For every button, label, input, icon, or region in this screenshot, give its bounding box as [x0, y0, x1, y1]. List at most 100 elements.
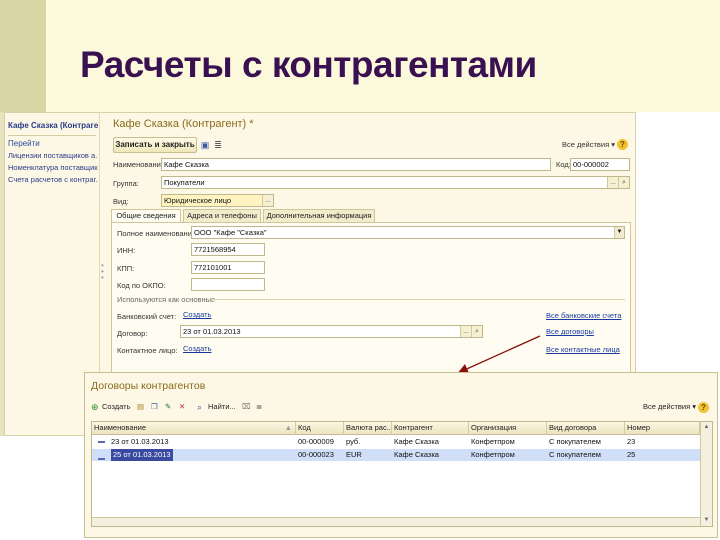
cell-number: 25: [627, 450, 636, 459]
inn-label: ИНН:: [117, 246, 136, 255]
sort-icon: ▲: [284, 423, 292, 432]
cell-currency: EUR: [346, 450, 362, 459]
column-header-contract-kind[interactable]: Вид договора: [547, 422, 625, 435]
kind-input[interactable]: Юридическое лицо ...: [161, 194, 274, 207]
full-name-label: Полное наименование:: [117, 229, 199, 238]
contract-label: Договор:: [117, 329, 148, 338]
row-marker-icon: [98, 458, 105, 461]
kpp-label: КПП:: [117, 264, 135, 273]
splitter-handle[interactable]: • • •: [101, 262, 104, 282]
slide-title: Расчеты с контрагентами: [80, 44, 537, 85]
group-label: Группа:: [113, 179, 139, 188]
okpo-input[interactable]: [191, 278, 265, 291]
column-header-code[interactable]: Код: [296, 422, 344, 435]
cell-counterparty: Кафе Сказка: [394, 437, 439, 446]
search-icon[interactable]: ⌕: [197, 402, 202, 413]
okpo-label: Код по ОКПО:: [117, 281, 166, 290]
cell-name: 23 от 01.03.2013: [111, 437, 169, 446]
column-header-organization[interactable]: Организация: [469, 422, 547, 435]
row-marker-icon: [98, 441, 105, 444]
contracts-window: Договоры контрагентов ⊕ Создать ▤ ❐ ✎ ✕ …: [84, 372, 718, 538]
scroll-up-icon[interactable]: ▲: [701, 422, 712, 433]
cell-organization: Конфетпром: [471, 450, 515, 459]
all-actions-menu[interactable]: Все действия ▾: [562, 140, 615, 149]
folder-icon[interactable]: ▤: [137, 402, 144, 411]
all-contracts-link[interactable]: Все договоры: [546, 327, 594, 336]
scroll-down-icon[interactable]: ▼: [701, 515, 712, 526]
table-row[interactable]: 23 от 01.03.2013 00-000009 руб. Кафе Ска…: [92, 436, 700, 448]
nav-link-licenses[interactable]: Лицензии поставщиков а...: [8, 151, 98, 160]
name-label: Наименование:: [113, 160, 168, 169]
add-icon[interactable]: ⊕: [91, 402, 99, 413]
help-icon[interactable]: ?: [617, 139, 628, 150]
save-and-close-button[interactable]: Записать и закрыть: [113, 137, 197, 153]
column-header-counterparty[interactable]: Контрагент: [392, 422, 469, 435]
cancel-search-icon[interactable]: ⌧: [242, 402, 251, 411]
create-bank-account-link[interactable]: Создать: [183, 310, 212, 319]
select-button[interactable]: ...: [607, 177, 618, 188]
create-button[interactable]: Создать: [102, 402, 131, 411]
horizontal-scrollbar[interactable]: [92, 517, 700, 526]
nav-title: Кафе Сказка (Контрагент): [8, 121, 98, 130]
contact-person-label: Контактное лицо:: [117, 346, 178, 355]
full-name-value: ООО "Кафе "Сказка": [194, 228, 267, 237]
code-label: Код:: [556, 160, 571, 169]
group-value: Покупатели: [164, 178, 205, 187]
select-button[interactable]: ...: [460, 326, 471, 337]
inn-input[interactable]: 7721568954: [191, 243, 265, 256]
help-icon[interactable]: ?: [698, 402, 709, 413]
column-header-currency[interactable]: Валюта рас...: [344, 422, 392, 435]
save-icon[interactable]: ▣: [200, 140, 210, 150]
cell-number: 23: [627, 437, 636, 446]
tab-additional-info[interactable]: Дополнительная информация: [263, 209, 375, 222]
table-row-selected[interactable]: 25 от 01.03.2013 00-000023 EUR Кафе Сказ…: [92, 449, 700, 461]
list-icon[interactable]: ≣: [256, 402, 262, 411]
column-header-number[interactable]: Номер: [625, 422, 700, 435]
cell-counterparty: Кафе Сказка: [394, 450, 439, 459]
code-input[interactable]: 00-000002: [570, 158, 630, 171]
select-button[interactable]: ...: [262, 195, 273, 206]
contracts-window-title: Договоры контрагентов: [91, 380, 206, 392]
kind-value: Юридическое лицо: [164, 196, 232, 205]
cell-code: 00-000023: [298, 450, 334, 459]
list-icon[interactable]: ≣: [213, 140, 223, 150]
group-input[interactable]: Покупатели ... ⌕: [161, 176, 630, 189]
cell-contract-kind: С покупателем: [549, 450, 601, 459]
section-divider: [211, 299, 625, 300]
cell-organization: Конфетпром: [471, 437, 515, 446]
copy-icon[interactable]: ❐: [151, 402, 158, 411]
all-actions-menu[interactable]: Все действия ▾: [643, 402, 696, 411]
all-bank-accounts-link[interactable]: Все банковские счета: [546, 311, 621, 320]
contract-input[interactable]: 23 от 01.03.2013 ... ⌕: [180, 325, 483, 338]
contract-value: 23 от 01.03.2013: [183, 327, 241, 336]
find-button[interactable]: Найти...: [208, 402, 236, 411]
cell-name: 25 от 01.03.2013: [111, 449, 173, 461]
form-title: Кафе Сказка (Контрагент) *: [113, 118, 254, 130]
slide-accent-strip: [0, 0, 46, 112]
section-main-label: Используются как основные: [117, 295, 216, 304]
nav-link-nomenclature[interactable]: Номенклатура поставщика: [8, 163, 98, 172]
delete-icon[interactable]: ✕: [179, 402, 185, 411]
full-name-input[interactable]: ООО "Кафе "Сказка" ▼: [191, 226, 625, 239]
bank-account-label: Банковский счет:: [117, 312, 177, 321]
tab-addresses[interactable]: Адреса и телефоны: [183, 209, 261, 222]
table-header: Наименование ▲ Код Валюта рас... Контраге…: [92, 422, 700, 435]
search-icon[interactable]: ⌕: [618, 177, 629, 188]
kind-label: Вид:: [113, 197, 129, 206]
cell-currency: руб.: [346, 437, 361, 446]
tab-general[interactable]: Общие сведения: [111, 209, 181, 223]
vertical-scrollbar[interactable]: ▲ ▼: [700, 422, 712, 526]
cell-code: 00-000009: [298, 437, 334, 446]
name-input[interactable]: Кафе Сказка: [161, 158, 551, 171]
nav-go-label: Перейти: [8, 139, 40, 148]
create-contact-link[interactable]: Создать: [183, 344, 212, 353]
nav-link-accounts[interactable]: Счета расчетов с контраг...: [8, 175, 98, 184]
chevron-down-icon[interactable]: ▼: [614, 227, 624, 238]
cell-contract-kind: С покупателем: [549, 437, 601, 446]
edit-icon[interactable]: ✎: [165, 402, 171, 411]
column-header-name[interactable]: Наименование ▲: [92, 422, 296, 435]
search-icon[interactable]: ⌕: [471, 326, 482, 337]
nav-divider: [8, 135, 96, 136]
kpp-input[interactable]: 772101001: [191, 261, 265, 274]
all-contacts-link[interactable]: Все контактные лица: [546, 345, 620, 354]
